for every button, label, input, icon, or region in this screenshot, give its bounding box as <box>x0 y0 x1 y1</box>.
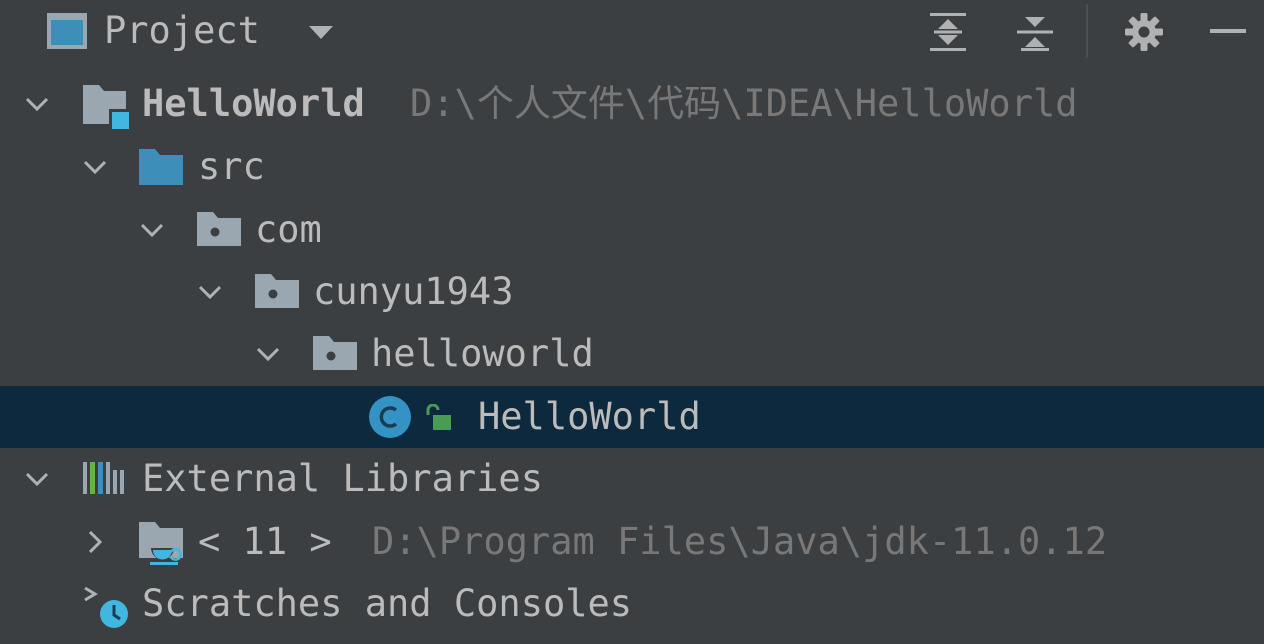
source-folder-icon <box>139 149 183 185</box>
package-label: helloworld <box>371 332 594 375</box>
external-libraries-label: External Libraries <box>142 457 543 500</box>
scratches-label: Scratches and Consoles <box>142 582 633 625</box>
collapse-all-button[interactable] <box>1013 10 1057 54</box>
chevron-right-icon[interactable] <box>80 527 110 557</box>
package-icon <box>313 336 357 370</box>
jdk-label: < 11 > <box>198 520 332 563</box>
collapse-all-icon <box>1017 17 1053 51</box>
tree-node-src[interactable]: src <box>0 136 1264 198</box>
chevron-down-icon[interactable] <box>22 464 52 494</box>
unlocked-icon <box>426 404 451 430</box>
project-window-icon <box>47 13 87 49</box>
package-label: cunyu1943 <box>313 270 514 313</box>
java-class-icon <box>369 396 411 438</box>
module-name: HelloWorld <box>142 82 365 125</box>
hide-window-button[interactable] <box>1206 10 1250 54</box>
chevron-down-icon[interactable] <box>80 152 110 182</box>
chevron-down-icon[interactable] <box>22 89 52 119</box>
package-label: com <box>255 208 322 251</box>
tree-node-scratches[interactable]: Scratches and Consoles <box>0 573 1264 635</box>
libraries-icon <box>83 462 124 494</box>
expand-all-button[interactable] <box>926 10 970 54</box>
module-path: D:\个人文件\代码\IDEA\HelloWorld <box>410 82 1078 125</box>
class-label: HelloWorld <box>478 395 701 438</box>
chevron-down-icon[interactable] <box>306 22 336 42</box>
folder-label: src <box>198 145 265 188</box>
package-icon <box>197 212 241 246</box>
jdk-path: D:\Program Files\Java\jdk-11.0.12 <box>372 520 1108 563</box>
gear-icon <box>1125 13 1163 51</box>
minimize-icon <box>1210 29 1246 33</box>
chevron-down-icon[interactable] <box>253 339 283 369</box>
toolbar-separator <box>1086 4 1088 58</box>
tree-node-external-libraries[interactable]: External Libraries <box>0 448 1264 510</box>
tree-node-jdk[interactable]: < 11 > D:\Program Files\Java\jdk-11.0.12 <box>0 511 1264 573</box>
tree-node-helloworld-package[interactable]: helloworld <box>0 323 1264 385</box>
expand-all-icon <box>930 13 966 51</box>
settings-button[interactable] <box>1122 10 1166 54</box>
jdk-folder-icon <box>139 522 183 565</box>
tree-node-com[interactable]: com <box>0 199 1264 261</box>
project-tool-window-header: Project <box>0 0 1264 64</box>
scratches-icon <box>84 586 128 628</box>
tree-node-module[interactable]: HelloWorld D:\个人文件\代码\IDEA\HelloWorld <box>0 73 1264 135</box>
tree-node-cunyu1943[interactable]: cunyu1943 <box>0 261 1264 323</box>
package-icon <box>255 274 299 308</box>
module-folder-icon <box>83 85 130 130</box>
tool-window-title[interactable]: Project <box>104 7 260 55</box>
chevron-down-icon[interactable] <box>195 277 225 307</box>
chevron-down-icon[interactable] <box>137 215 167 245</box>
tree-node-helloworld-class[interactable]: HelloWorld <box>0 386 1264 448</box>
